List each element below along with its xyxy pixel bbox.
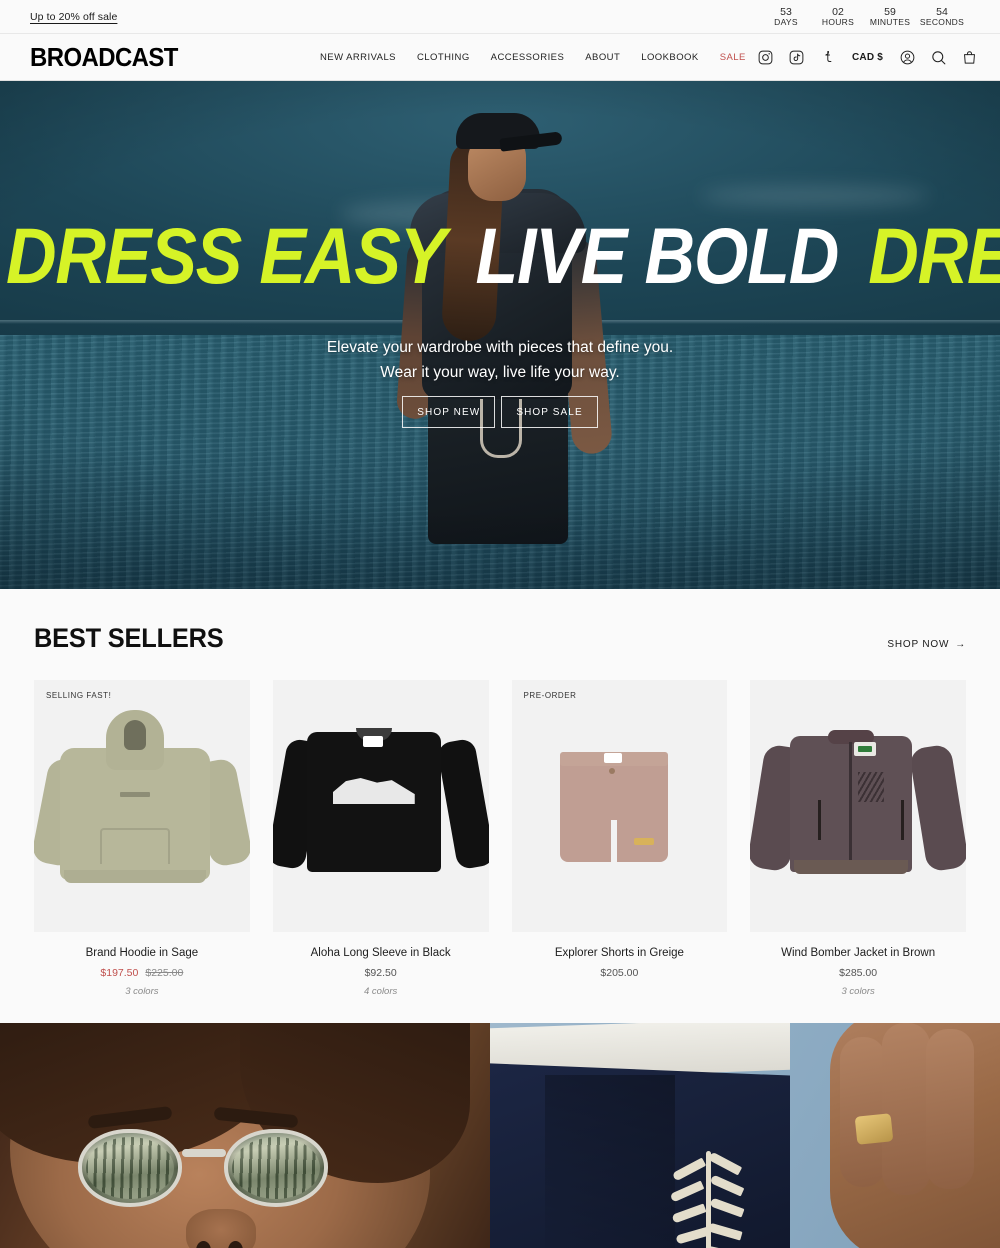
tiktok-icon[interactable] — [788, 49, 805, 66]
product-color-count: 4 colors — [363, 985, 398, 997]
product-info: Explorer Shorts in Greige $205.00 — [512, 932, 728, 979]
nav-item-sale[interactable]: SALE — [720, 52, 746, 63]
shop-now-link[interactable]: SHOP NOW → — [887, 639, 966, 654]
announcement-link[interactable]: Up to 20% off sale — [30, 11, 117, 23]
best-sellers-section: BEST SELLERS SHOP NOW → SELLING FAST! Br… — [0, 589, 1000, 1023]
countdown-seconds-value: 54 — [936, 5, 948, 18]
currency-selector[interactable]: CAD $ — [852, 52, 883, 63]
header-actions: CAD $ — [757, 49, 978, 66]
product-image[interactable]: SELLING FAST! — [34, 680, 250, 932]
countdown-hours: 02 HOURS — [812, 6, 864, 28]
site-header: BROADCAST NEW ARRIVALS CLOTHING ACCESSOR… — [0, 34, 1000, 81]
hero-cta-group: SHOP NEW SHOP SALE — [0, 396, 1000, 428]
product-badge: PRE-ORDER — [523, 691, 577, 700]
nav-item-lookbook[interactable]: LOOKBOOK — [641, 52, 698, 63]
bomber-illustration — [750, 680, 966, 932]
announcement-bar: Up to 20% off sale 53 DAYS 02 HOURS 59 M… — [0, 0, 1000, 34]
product-price: $285.00 — [839, 966, 878, 979]
nav-item-clothing[interactable]: CLOTHING — [417, 52, 470, 63]
site-logo[interactable]: BROADCAST — [30, 42, 178, 73]
sunglasses — [78, 1128, 328, 1207]
product-card[interactable]: Wind Bomber Jacket in Brown $285.00 3 co… — [750, 680, 966, 997]
hero-subheading-line-2: Wear it your way, live life your way. — [380, 363, 620, 381]
product-color-count: 3 colors — [125, 985, 159, 997]
shop-sale-button[interactable]: SHOP SALE — [501, 396, 598, 428]
countdown-minutes-value: 59 — [884, 5, 896, 18]
marquee-word-1: DRESS EASY — [6, 212, 446, 300]
hero-marquee: DRESS EASY LIVE BOLD DRESS — [0, 217, 1000, 295]
marquee-word-2: LIVE BOLD — [475, 212, 840, 300]
tumblr-icon[interactable] — [819, 49, 836, 66]
hero-subheading: Elevate your wardrobe with pieces that d… — [0, 336, 1000, 386]
countdown-minutes: 59 MINUTES — [864, 6, 916, 28]
product-title: Brand Hoodie in Sage — [85, 947, 199, 959]
portrait-sunglasses-image[interactable] — [0, 1022, 490, 1248]
best-sellers-header: BEST SELLERS SHOP NOW → — [34, 623, 966, 654]
product-card[interactable]: PRE-ORDER Explorer Shorts in Greige $205… — [511, 680, 728, 997]
product-compare-price: $225.00 — [145, 966, 184, 979]
instagram-icon[interactable] — [757, 49, 774, 66]
navy-sweatshirt-detail-image[interactable] — [490, 1022, 1000, 1248]
search-icon[interactable] — [930, 49, 947, 66]
editorial-image-row — [0, 1022, 1000, 1248]
longsleeve-illustration — [272, 680, 489, 932]
product-title: Explorer Shorts in Greige — [554, 947, 684, 959]
product-card[interactable]: Aloha Long Sleeve in Black $92.50 4 colo… — [272, 680, 489, 997]
product-price-row: $285.00 — [750, 967, 966, 979]
product-image[interactable]: PRE-ORDER — [511, 680, 728, 932]
countdown-hours-value: 02 — [832, 5, 844, 18]
countdown-days-value: 53 — [780, 5, 792, 18]
product-title: Wind Bomber Jacket in Brown — [781, 947, 936, 959]
product-price: $205.00 — [600, 966, 639, 979]
nav-item-about[interactable]: ABOUT — [585, 52, 620, 63]
shop-new-button[interactable]: SHOP NEW — [402, 396, 496, 428]
product-info: Aloha Long Sleeve in Black $92.50 4 colo… — [273, 932, 489, 997]
product-price-row: $92.50 — [273, 967, 489, 979]
arrow-right-icon: → — [955, 639, 966, 650]
hand — [830, 1022, 1000, 1248]
shop-now-label: SHOP NOW — [887, 639, 950, 650]
countdown-hours-label: HOURS — [821, 16, 855, 27]
account-icon[interactable] — [899, 49, 916, 66]
hoodie-illustration — [34, 680, 250, 932]
product-info: Brand Hoodie in Sage $197.50 $225.00 3 c… — [34, 932, 250, 997]
product-price-row: $197.50 $225.00 — [34, 967, 250, 979]
product-info: Wind Bomber Jacket in Brown $285.00 3 co… — [750, 932, 966, 997]
hero-banner: DRESS EASY LIVE BOLD DRESS Elevate your … — [0, 81, 1000, 589]
shorts-illustration — [512, 680, 728, 932]
nav-item-new-arrivals[interactable]: NEW ARRIVALS — [320, 52, 396, 63]
product-badge: SELLING FAST! — [46, 691, 112, 700]
countdown-days: 53 DAYS — [760, 6, 812, 28]
marquee-word-3: DRESS — [868, 212, 1000, 300]
product-card[interactable]: SELLING FAST! Brand Hoodie in Sage $197.… — [34, 680, 250, 997]
main-navigation: NEW ARRIVALS CLOTHING ACCESSORIES ABOUT … — [320, 52, 746, 63]
product-image[interactable] — [272, 680, 489, 932]
product-color-count: 3 colors — [841, 985, 875, 997]
hero-vignette — [0, 81, 1000, 589]
fern-graphic — [669, 1150, 748, 1248]
page-title: BEST SELLERS — [34, 623, 224, 653]
countdown-seconds-label: SECONDS — [919, 16, 965, 27]
hero-subheading-line-1: Elevate your wardrobe with pieces that d… — [326, 339, 674, 356]
product-price-row: $205.00 — [512, 967, 728, 979]
product-price: $92.50 — [364, 966, 397, 979]
countdown-seconds: 54 SECONDS — [916, 6, 968, 28]
product-image[interactable] — [750, 680, 966, 932]
product-grid: SELLING FAST! Brand Hoodie in Sage $197.… — [34, 680, 966, 997]
cart-icon[interactable] — [961, 49, 978, 66]
nav-item-accessories[interactable]: ACCESSORIES — [491, 52, 565, 63]
countdown-minutes-label: MINUTES — [869, 16, 911, 27]
product-sale-price: $197.50 — [100, 966, 139, 979]
countdown-days-label: DAYS — [774, 16, 798, 27]
countdown-timer: 53 DAYS 02 HOURS 59 MINUTES 54 SECONDS — [760, 6, 978, 28]
product-title: Aloha Long Sleeve in Black — [310, 947, 451, 959]
